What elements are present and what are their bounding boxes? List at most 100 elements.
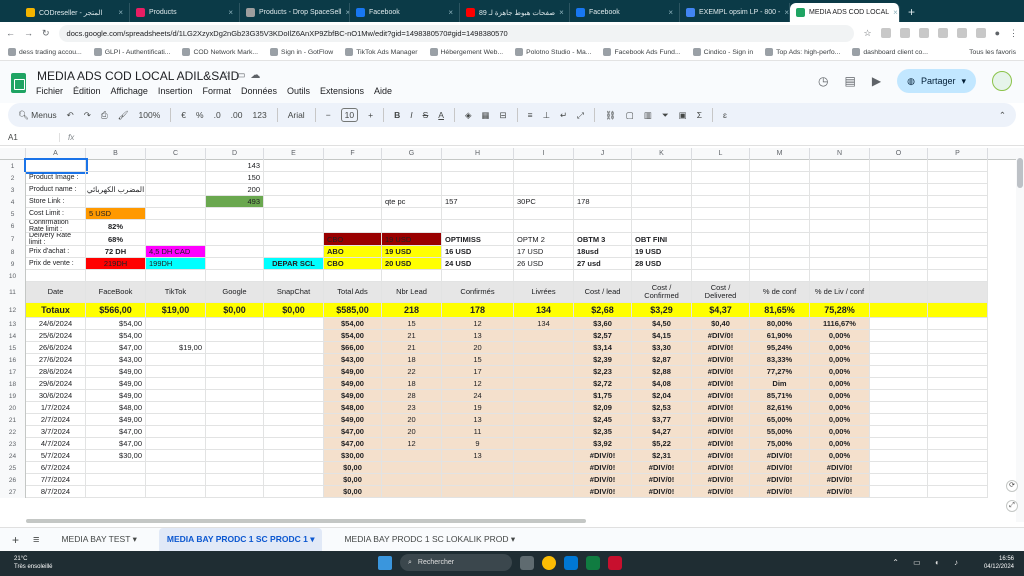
cell-A17[interactable]: 28/6/2024	[26, 366, 86, 378]
cell-D17[interactable]	[206, 366, 264, 378]
horizontal-scrollbar[interactable]	[26, 519, 586, 523]
row-header[interactable]: 19	[0, 390, 26, 402]
cell-E24[interactable]	[264, 450, 324, 462]
cell-B16[interactable]: $43,00	[86, 354, 146, 366]
cell-K2[interactable]	[632, 172, 692, 184]
cell-D2[interactable]: 150	[206, 172, 264, 184]
cell-O3[interactable]	[870, 184, 928, 196]
column-header[interactable]: O	[870, 148, 928, 160]
bookmark-item[interactable]: TikTok Ads Manager	[345, 48, 418, 56]
forward-icon[interactable]: →	[24, 28, 33, 38]
cell-A3[interactable]: Product name :	[26, 184, 86, 196]
cell-L13[interactable]: $0,40	[692, 318, 750, 330]
cell-P22[interactable]	[928, 426, 988, 438]
column-header[interactable]: K	[632, 148, 692, 160]
cell-D13[interactable]	[206, 318, 264, 330]
url-field[interactable]: docs.google.com/spreadsheets/d/1LG2XzyxD…	[58, 24, 855, 42]
cell-P25[interactable]	[928, 462, 988, 474]
cell-F3[interactable]	[324, 184, 382, 196]
cell-F4[interactable]	[324, 196, 382, 208]
cell-N7[interactable]	[810, 233, 870, 246]
font-size-input[interactable]: 10	[340, 108, 359, 122]
cell-C18[interactable]	[146, 378, 206, 390]
number-format-button[interactable]: 123	[253, 110, 267, 120]
cell-B5[interactable]: 5 USD	[86, 208, 146, 220]
cell-A26[interactable]: 7/7/2024	[26, 474, 86, 486]
cell-N22[interactable]: 0,00%	[810, 426, 870, 438]
cell-I12[interactable]: 134	[514, 303, 574, 318]
cell-B17[interactable]: $49,00	[86, 366, 146, 378]
cell-G7[interactable]: 19 USD	[382, 233, 442, 246]
cell-G8[interactable]: 19 USD	[382, 246, 442, 258]
app-icon[interactable]	[608, 555, 622, 570]
cell-I18[interactable]	[514, 378, 574, 390]
cell-K5[interactable]	[632, 208, 692, 220]
cell-N3[interactable]	[810, 184, 870, 196]
cell-E27[interactable]	[264, 486, 324, 498]
cell-H13[interactable]: 12	[442, 318, 514, 330]
cell-O12[interactable]	[870, 303, 928, 318]
increase-decimal-button[interactable]: .00	[231, 110, 243, 120]
column-header[interactable]: L	[692, 148, 750, 160]
cell-O8[interactable]	[870, 246, 928, 258]
cell-M24[interactable]: #DIV/0!	[750, 450, 810, 462]
cell-D1[interactable]: 143	[206, 160, 264, 172]
cell-K10[interactable]	[632, 270, 692, 282]
cell-P20[interactable]	[928, 402, 988, 414]
cell-P13[interactable]	[928, 318, 988, 330]
cell-C20[interactable]	[146, 402, 206, 414]
cell-M22[interactable]: 55,00%	[750, 426, 810, 438]
font-select[interactable]: Arial	[288, 110, 305, 120]
cell-G27[interactable]	[382, 486, 442, 498]
cell-I2[interactable]	[514, 172, 574, 184]
cell-P23[interactable]	[928, 438, 988, 450]
cell-D10[interactable]	[206, 270, 264, 282]
cell-H3[interactable]	[442, 184, 514, 196]
cell-J27[interactable]: #DIV/0!	[574, 486, 632, 498]
cell-N13[interactable]: 1116,67%	[810, 318, 870, 330]
cell-I24[interactable]	[514, 450, 574, 462]
cell-C7[interactable]	[146, 233, 206, 246]
cell-L6[interactable]	[692, 220, 750, 233]
column-header[interactable]: D	[206, 148, 264, 160]
cell-P11[interactable]	[928, 282, 988, 303]
weather-widget[interactable]: 21°C Très ensoleillé	[14, 555, 52, 571]
cell-P15[interactable]	[928, 342, 988, 354]
menu-item-7[interactable]: Extensions	[320, 86, 364, 96]
cell-N5[interactable]	[810, 208, 870, 220]
cell-D3[interactable]: 200	[206, 184, 264, 196]
browser-tab[interactable]: CODreseller - المتجر ×	[20, 3, 130, 22]
side-panel-button[interactable]: ⟳	[1006, 480, 1018, 492]
cell-B2[interactable]	[86, 172, 146, 184]
cell-C9[interactable]: 199DH	[146, 258, 206, 270]
column-header[interactable]: M	[750, 148, 810, 160]
cell-G24[interactable]	[382, 450, 442, 462]
cell-K11[interactable]: Cost / Confirmed	[632, 282, 692, 303]
star-icon[interactable]: ☆	[222, 70, 236, 81]
cell-O23[interactable]	[870, 438, 928, 450]
cell-G9[interactable]: 20 USD	[382, 258, 442, 270]
percent-button[interactable]: %	[196, 110, 204, 120]
cell-B25[interactable]	[86, 462, 146, 474]
cell-E21[interactable]	[264, 414, 324, 426]
cell-H22[interactable]: 11	[442, 426, 514, 438]
cell-D14[interactable]	[206, 330, 264, 342]
print-icon[interactable]: ⎙	[101, 110, 108, 121]
cell-A20[interactable]: 1/7/2024	[26, 402, 86, 414]
profile-icon[interactable]: ●	[995, 28, 1000, 38]
browser-tab[interactable]: 89 صفحات هبوط جاهزة لـ ×	[460, 3, 570, 22]
cell-K1[interactable]	[632, 160, 692, 172]
cell-G5[interactable]	[382, 208, 442, 220]
column-header[interactable]: C	[146, 148, 206, 160]
bookmark-item[interactable]: dess trading accou...	[8, 48, 82, 56]
star-icon[interactable]: ☆	[863, 28, 871, 39]
cell-M2[interactable]	[750, 172, 810, 184]
column-header[interactable]: H	[442, 148, 514, 160]
cell-M12[interactable]: 81,65%	[750, 303, 810, 318]
sheet-tab[interactable]: MEDIA BAY PRODC 1 SC PRODC 1 ▾	[158, 528, 323, 551]
cell-I14[interactable]	[514, 330, 574, 342]
cell-E4[interactable]	[264, 196, 324, 208]
cell-F5[interactable]	[324, 208, 382, 220]
windows-start-icon[interactable]	[378, 555, 392, 570]
cell-M17[interactable]: 77,27%	[750, 366, 810, 378]
